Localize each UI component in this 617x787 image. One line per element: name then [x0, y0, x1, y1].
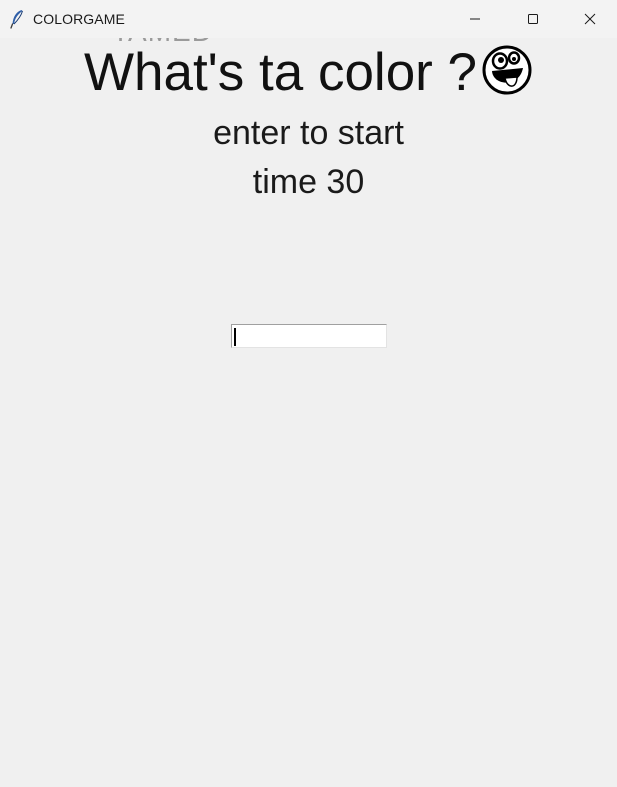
minimize-button[interactable] [446, 0, 504, 38]
game-canvas: TAMED What's ta color ? enter to start t… [0, 38, 617, 787]
maximize-button[interactable] [504, 0, 562, 38]
page-title: What's ta color ? [0, 42, 617, 103]
app-window: COLORGAME TAMED [0, 0, 617, 787]
crazy-face-icon [481, 44, 533, 96]
instruction-label: enter to start [213, 114, 404, 152]
headline-text: What's ta color ? [83, 43, 478, 102]
timer-label: time 30 [252, 163, 365, 201]
window-title: COLORGAME [33, 11, 125, 27]
close-button[interactable] [562, 0, 617, 38]
title-bar[interactable]: COLORGAME [0, 0, 617, 38]
text-cursor [234, 328, 236, 346]
color-entry-input[interactable] [231, 324, 387, 348]
close-icon [584, 13, 596, 25]
maximize-icon [527, 13, 539, 25]
minimize-icon [469, 13, 481, 25]
feather-icon [9, 9, 25, 29]
